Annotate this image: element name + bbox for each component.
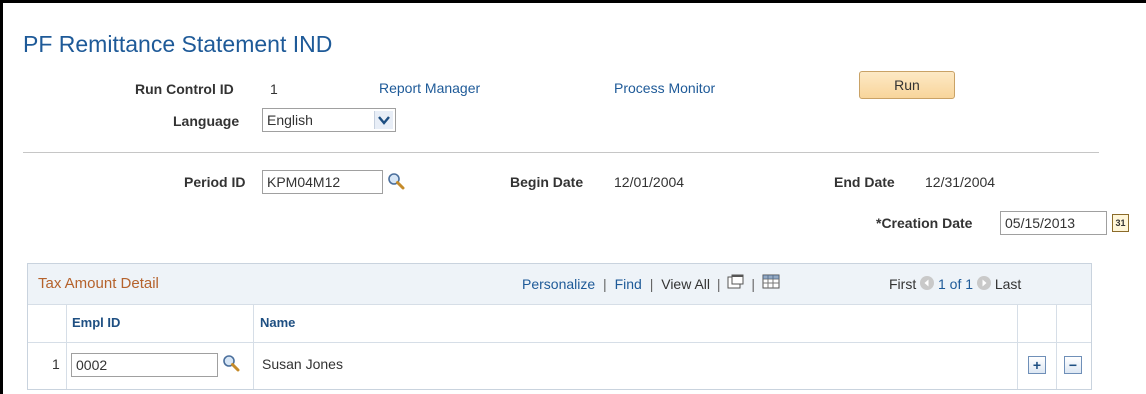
- download-excel-icon[interactable]: [762, 274, 780, 292]
- personalize-link[interactable]: Personalize: [522, 276, 595, 292]
- last-label: Last: [994, 276, 1022, 292]
- search-icon[interactable]: [387, 172, 405, 190]
- period-id-input[interactable]: KPM04M12: [262, 170, 383, 194]
- chevron-down-icon[interactable]: [374, 111, 393, 129]
- separator: |: [649, 276, 654, 292]
- grid-toolbar: Personalize | Find | View All | |: [522, 274, 780, 294]
- section-divider: [23, 152, 1099, 153]
- table-row: 1 0002 Susan Jones + −: [28, 342, 1091, 389]
- run-control-id-value: 1: [270, 81, 278, 97]
- first-label: First: [889, 276, 917, 292]
- empl-id-lookup-icon[interactable]: [222, 354, 240, 375]
- find-link[interactable]: Find: [615, 276, 642, 292]
- row-range: 1 of 1: [938, 276, 974, 292]
- grid-column-headers: Empl ID Name: [28, 304, 1091, 343]
- process-monitor-link[interactable]: Process Monitor: [614, 80, 715, 96]
- separator: |: [603, 276, 607, 292]
- window-left-border: [0, 0, 3, 394]
- minus-icon: −: [1068, 357, 1078, 373]
- end-date-label: End Date: [834, 174, 895, 190]
- creation-date-label: *Creation Date: [876, 215, 973, 231]
- run-control-id-label: Run Control ID: [135, 81, 234, 97]
- language-select-value: English: [267, 112, 313, 128]
- next-arrow-icon: [976, 276, 991, 291]
- previous-arrow-icon: [920, 276, 935, 291]
- language-label: Language: [173, 113, 240, 129]
- delete-row-button[interactable]: −: [1064, 356, 1082, 374]
- begin-date-label: Begin Date: [510, 174, 584, 190]
- plus-icon: +: [1032, 357, 1042, 373]
- page-title: PF Remittance Statement IND: [23, 31, 333, 57]
- report-manager-link[interactable]: Report Manager: [379, 80, 480, 96]
- col-name: Name: [260, 315, 296, 330]
- calendar-icon[interactable]: 31: [1112, 214, 1129, 232]
- end-date-value: 12/31/2004: [925, 174, 996, 190]
- begin-date-value: 12/01/2004: [614, 174, 685, 190]
- search-icon[interactable]: [222, 354, 240, 372]
- period-id-label: Period ID: [184, 174, 246, 190]
- creation-date-input[interactable]: 05/15/2013: [1000, 211, 1107, 235]
- run-button[interactable]: Run: [859, 71, 955, 99]
- grid-header: Tax Amount Detail Personalize | Find | V…: [28, 264, 1091, 305]
- employee-name: Susan Jones: [262, 356, 343, 372]
- empl-id-input[interactable]: 0002: [71, 353, 218, 377]
- col-empl-id: Empl ID: [72, 315, 121, 330]
- add-row-button[interactable]: +: [1028, 356, 1046, 374]
- view-all-link[interactable]: View All: [661, 276, 710, 292]
- new-window-icon[interactable]: [727, 274, 744, 292]
- window-top-border: [0, 0, 1146, 3]
- language-select[interactable]: English: [262, 108, 396, 132]
- separator: |: [751, 276, 755, 292]
- tax-amount-detail-grid: Tax Amount Detail Personalize | Find | V…: [27, 263, 1092, 390]
- period-id-lookup-icon[interactable]: [387, 172, 405, 193]
- row-number: 1: [52, 356, 60, 372]
- grid-pager: First 1 of 1 Last: [889, 276, 1021, 292]
- grid-title: Tax Amount Detail: [38, 275, 159, 292]
- separator: |: [716, 276, 721, 292]
